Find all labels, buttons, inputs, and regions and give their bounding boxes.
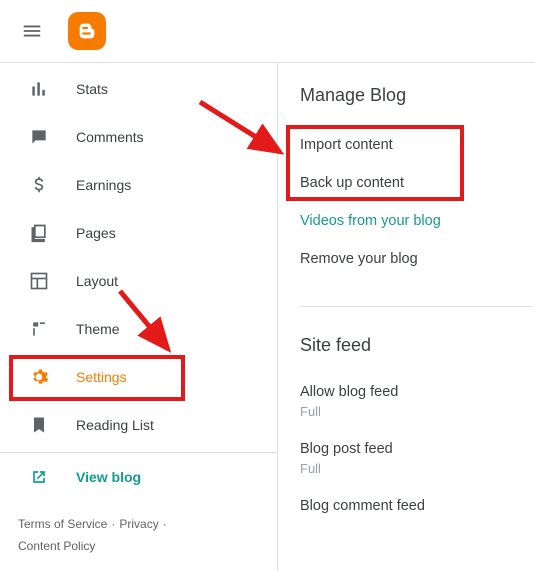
sidebar-item-layout[interactable]: Layout <box>0 257 277 305</box>
remove-blog-button[interactable]: Remove your blog <box>300 240 535 278</box>
sidebar-item-label: Settings <box>76 369 127 385</box>
blog-comment-feed-label[interactable]: Blog comment feed <box>300 490 535 518</box>
comments-icon <box>28 126 50 148</box>
tos-link[interactable]: Terms of Service <box>18 517 107 531</box>
sidebar-item-label: Earnings <box>76 177 131 193</box>
allow-blog-feed-label[interactable]: Allow blog feed <box>300 376 535 404</box>
blog-post-feed-value: Full <box>300 461 535 490</box>
sidebar-item-settings[interactable]: Settings <box>0 353 277 401</box>
gear-icon <box>28 366 50 388</box>
import-content-button[interactable]: Import content <box>300 126 535 164</box>
sidebar-item-reading-list[interactable]: Reading List <box>0 401 277 449</box>
sidebar-item-stats[interactable]: Stats <box>0 65 277 113</box>
earnings-icon <box>28 174 50 196</box>
view-blog-label: View blog <box>76 469 141 485</box>
sidebar: Stats Comments Earnings Pages Layout The… <box>0 63 278 571</box>
footer-links: Terms of Service·Privacy· Content Policy <box>0 500 277 571</box>
privacy-link[interactable]: Privacy <box>119 517 158 531</box>
sidebar-item-theme[interactable]: Theme <box>0 305 277 353</box>
sidebar-item-earnings[interactable]: Earnings <box>0 161 277 209</box>
sidebar-item-label: Layout <box>76 273 118 289</box>
pages-icon <box>28 222 50 244</box>
blog-post-feed-label[interactable]: Blog post feed <box>300 433 535 461</box>
view-blog-link[interactable]: View blog <box>0 452 277 500</box>
sidebar-item-label: Reading List <box>76 417 154 433</box>
allow-blog-feed-value: Full <box>300 404 535 433</box>
sidebar-item-comments[interactable]: Comments <box>0 113 277 161</box>
theme-icon <box>28 318 50 340</box>
open-in-new-icon <box>28 466 50 488</box>
sidebar-item-label: Comments <box>76 129 144 145</box>
sidebar-item-label: Stats <box>76 81 108 97</box>
content-policy-link[interactable]: Content Policy <box>18 539 95 553</box>
sidebar-item-label: Theme <box>76 321 120 337</box>
layout-icon <box>28 270 50 292</box>
sidebar-item-label: Pages <box>76 225 116 241</box>
back-up-content-button[interactable]: Back up content <box>300 164 535 202</box>
videos-from-blog-link[interactable]: Videos from your blog <box>300 202 535 240</box>
manage-blog-heading: Manage Blog <box>300 85 535 106</box>
menu-icon <box>21 20 43 42</box>
sidebar-item-pages[interactable]: Pages <box>0 209 277 257</box>
bookmark-icon <box>28 414 50 436</box>
blogger-logo <box>68 12 106 50</box>
site-feed-heading: Site feed <box>300 335 535 356</box>
content-panel: Manage Blog Import content Back up conte… <box>278 63 535 571</box>
hamburger-menu-button[interactable] <box>10 9 54 53</box>
stats-icon <box>28 78 50 100</box>
